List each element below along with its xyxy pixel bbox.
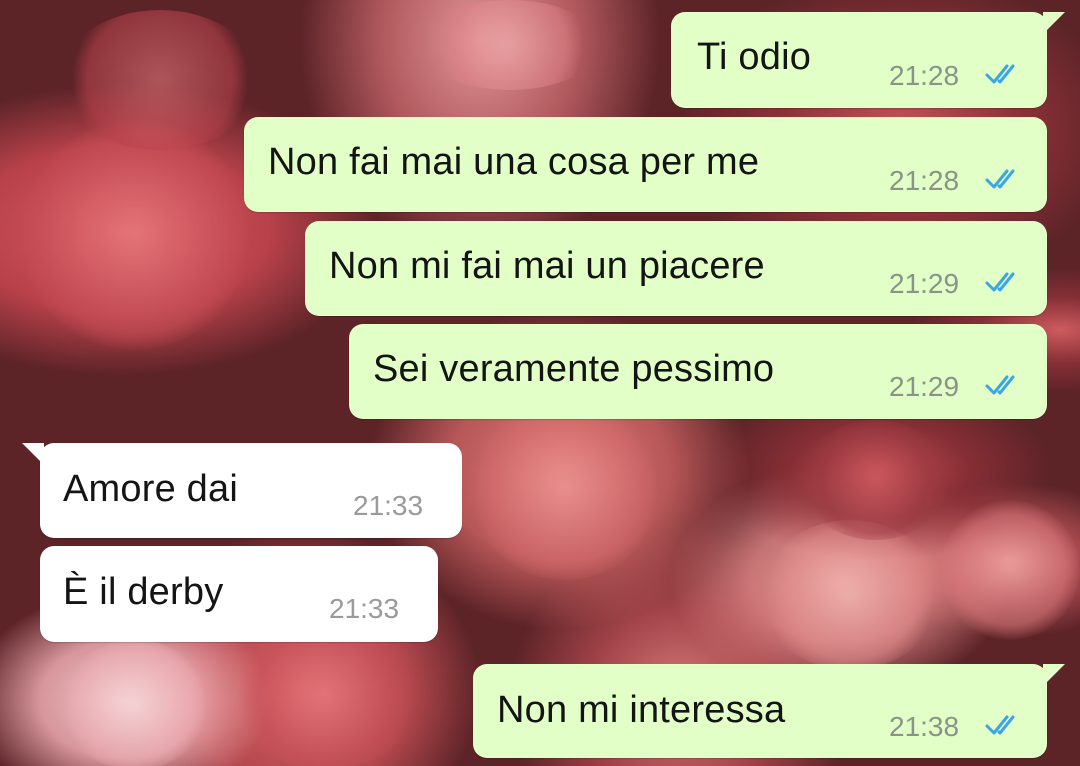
message-text: Non fai mai una cosa per me (268, 141, 760, 183)
wallpaper-flower (470, 400, 660, 580)
message-text: È il derby (63, 571, 224, 613)
message-bubble-outgoing[interactable]: Non mi interessa 21:38 (473, 664, 1065, 758)
wallpaper-flower (20, 120, 250, 350)
wallpaper-flower (800, 420, 950, 540)
message-bubble-incoming[interactable]: Amore dai 21:33 (22, 443, 462, 538)
wallpaper-flower (60, 640, 210, 766)
double-check-icon (985, 715, 1015, 735)
message-time: 21:28 (889, 165, 960, 196)
message-text: Non mi interessa (497, 689, 786, 731)
wallpaper-flower (60, 10, 260, 150)
message-bubble-outgoing[interactable]: Non fai mai una cosa per me 21:28 (244, 117, 1047, 212)
wallpaper-flower (420, 0, 600, 90)
message-text: Non mi fai mai un piacere (329, 245, 765, 287)
double-check-icon (985, 375, 1015, 395)
message-bubble-outgoing[interactable]: Ti odio 21:28 (671, 12, 1065, 108)
message-bubble-outgoing[interactable]: Sei veramente pessimo 21:29 (349, 324, 1047, 419)
bubble-tail (1043, 12, 1065, 34)
message-bubble-outgoing[interactable]: Non mi fai mai un piacere 21:29 (305, 221, 1047, 316)
message-time: 21:28 (889, 60, 960, 91)
message-text: Ti odio (697, 36, 812, 78)
double-check-icon (985, 169, 1015, 189)
wallpaper-flower (760, 520, 940, 670)
message-time: 21:33 (353, 490, 424, 521)
message-time: 21:29 (889, 371, 960, 402)
double-check-icon (985, 64, 1015, 84)
message-time: 21:29 (889, 268, 960, 299)
message-time: 21:38 (889, 711, 960, 742)
double-check-icon (985, 272, 1015, 292)
message-time: 21:33 (329, 593, 400, 624)
message-bubble-incoming[interactable]: È il derby 21:33 (40, 546, 438, 642)
wallpaper-flower (940, 500, 1080, 640)
message-text: Amore dai (63, 468, 238, 510)
bubble-tail (22, 443, 44, 465)
message-text: Sei veramente pessimo (373, 348, 775, 390)
bubble-tail (1043, 664, 1065, 686)
